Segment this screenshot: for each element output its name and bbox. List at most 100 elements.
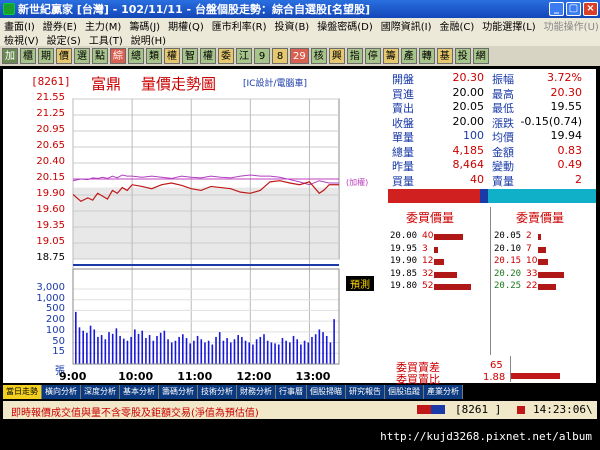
toolbar-button[interactable]: 籌 xyxy=(382,48,399,64)
toolbar-button[interactable]: 產 xyxy=(400,48,417,64)
toolbar-button[interactable]: 停 xyxy=(364,48,381,64)
toolbar-button[interactable]: 智 xyxy=(182,48,198,64)
menu-item[interactable]: 畫面(I) xyxy=(0,18,39,33)
toolbar-button[interactable]: 權 xyxy=(200,48,216,64)
analysis-tab[interactable]: 橫向分析 xyxy=(42,385,81,399)
volume-bar xyxy=(89,325,92,364)
price-tick-label: 20.95 xyxy=(36,124,65,135)
menu-item[interactable]: 說明(H) xyxy=(127,32,170,47)
quote-value: 0.49 xyxy=(557,158,583,171)
prediction-button[interactable]: 預測 xyxy=(346,276,374,291)
analysis-tab[interactable]: 行事曆 xyxy=(276,385,307,399)
menu-item[interactable]: 主力(M) xyxy=(81,18,125,33)
toolbar-button[interactable]: 權 xyxy=(164,48,180,64)
menu-item[interactable]: 國際資訊(I) xyxy=(377,18,436,33)
bid-qty: 3 xyxy=(422,243,428,254)
bid-bar xyxy=(434,271,458,278)
volume-bar xyxy=(111,333,114,364)
menu-item[interactable]: 籌碼(J) xyxy=(125,18,164,33)
bid-price: 19.85 xyxy=(390,268,418,279)
minimize-button[interactable]: _ xyxy=(549,2,564,16)
analysis-tab[interactable]: 財務分析 xyxy=(237,385,276,399)
toolbar-button[interactable]: 興 xyxy=(328,48,345,64)
bid-row: 20.00 40 xyxy=(388,231,488,243)
toolbar-button[interactable]: 江 xyxy=(236,48,252,64)
toolbar-button[interactable]: 委 xyxy=(218,48,234,64)
volume-bar xyxy=(259,336,262,364)
close-button[interactable]: × xyxy=(583,2,598,16)
price-tick-label: 19.60 xyxy=(36,204,65,215)
menu-bar: 畫面(I) 證券(E) 主力(M) 籌碼(J) 期權(Q) 匯市利率(R) 投資(B) 操盤密… xyxy=(0,18,600,47)
volume-bar xyxy=(222,340,225,364)
analysis-tab[interactable]: 當日走勢 xyxy=(3,385,42,399)
quote-value: 40 xyxy=(470,172,484,186)
menu-item[interactable]: 金融(C) xyxy=(436,18,479,33)
analysis-tab[interactable]: 產業分析 xyxy=(424,385,463,399)
toolbar-button[interactable]: 綜 xyxy=(110,48,126,64)
toolbar-button[interactable]: 核 xyxy=(310,48,327,64)
menu-item[interactable]: 設定(S) xyxy=(43,32,85,47)
toolbar-button[interactable]: 價 xyxy=(56,48,72,64)
analysis-tab[interactable]: 深度分析 xyxy=(81,385,120,399)
quote-value: 3.72% xyxy=(547,71,582,84)
order-ratio-divider xyxy=(510,356,511,382)
toolbar-button[interactable]: 總 xyxy=(128,48,144,64)
bid-row: 19.95 3 xyxy=(388,244,488,256)
menu-item[interactable]: 投資(B) xyxy=(271,18,314,33)
toolbar-button[interactable]: 投 xyxy=(454,48,471,64)
bid-qty: 12 xyxy=(422,256,434,266)
stock-name: 富鼎 xyxy=(91,75,122,93)
analysis-tab[interactable]: 基本分析 xyxy=(120,385,159,399)
volume-bar xyxy=(322,332,324,364)
quote-row: 單量 100 均價 19.94 xyxy=(388,129,596,144)
volume-bar xyxy=(204,342,206,364)
volume-bar xyxy=(82,330,84,364)
toolbar-button[interactable]: 加 xyxy=(2,48,18,64)
toolbar-button[interactable]: 指 xyxy=(346,48,363,64)
analysis-tab[interactable]: 研究報告 xyxy=(346,385,385,399)
bid-row: 19.80 52 xyxy=(388,281,488,293)
menu-item[interactable]: 操盤密碼(D) xyxy=(313,18,377,33)
maximize-button[interactable]: ▢ xyxy=(566,2,581,16)
toolbar-button[interactable]: 期 xyxy=(38,48,54,64)
menu-item[interactable]: 證券(E) xyxy=(39,18,81,33)
menu-item[interactable]: 功能選擇(L) xyxy=(478,18,539,33)
toolbar-button[interactable]: 轉 xyxy=(418,48,435,64)
menu-item[interactable]: 匯市利率(R) xyxy=(208,18,271,33)
quote-value: 4,185 xyxy=(452,143,485,157)
volume-bar xyxy=(148,335,151,364)
toolbar-button[interactable]: 9 xyxy=(254,48,270,64)
volume-tick-label: 100 xyxy=(45,324,65,336)
analysis-tab[interactable]: 個股追蹤 xyxy=(385,385,424,399)
ask-price: 20.10 xyxy=(494,243,522,254)
ask-qty: 10 xyxy=(526,256,538,266)
toolbar-button[interactable]: 基 xyxy=(436,48,453,64)
toolbar-button[interactable]: 點 xyxy=(92,48,108,64)
volume-bar xyxy=(229,342,232,364)
menu-item-disabled: 功能操作(U) xyxy=(543,21,599,33)
status-time: 14:23:06\ xyxy=(533,403,593,416)
toolbar-button[interactable]: 櫃 xyxy=(20,48,36,64)
menu-item[interactable]: 檢視(V) xyxy=(0,32,43,47)
volume-bar xyxy=(182,334,184,364)
ask-qty: 7 xyxy=(526,243,532,254)
volume-bar xyxy=(145,338,147,364)
toolbar-button[interactable]: 8 xyxy=(272,48,288,64)
bid-price: 20.00 xyxy=(390,231,418,241)
toolbar-button[interactable]: 29 xyxy=(290,48,309,64)
analysis-tab[interactable]: 個股掃瞄 xyxy=(307,385,346,399)
menu-item[interactable]: 工具(T) xyxy=(85,32,127,47)
toolbar-button[interactable]: 類 xyxy=(146,48,162,64)
analysis-tab[interactable]: 技術分析 xyxy=(198,385,237,399)
analysis-tab[interactable]: 籌碼分析 xyxy=(159,385,198,399)
volume-bar xyxy=(277,344,280,364)
menu-item[interactable]: 期權(Q) xyxy=(164,18,208,33)
toolbar-button[interactable]: 選 xyxy=(74,48,90,64)
volume-bar xyxy=(241,336,243,364)
toolbar-button[interactable]: 網 xyxy=(472,48,489,64)
quote-row: 昨量 8,464 變動 0.49 xyxy=(388,158,596,173)
volume-bar xyxy=(215,336,217,364)
volume-bar xyxy=(303,340,306,364)
quote-value: -0.15(0.74) xyxy=(520,114,582,128)
volume-bar xyxy=(307,342,310,364)
